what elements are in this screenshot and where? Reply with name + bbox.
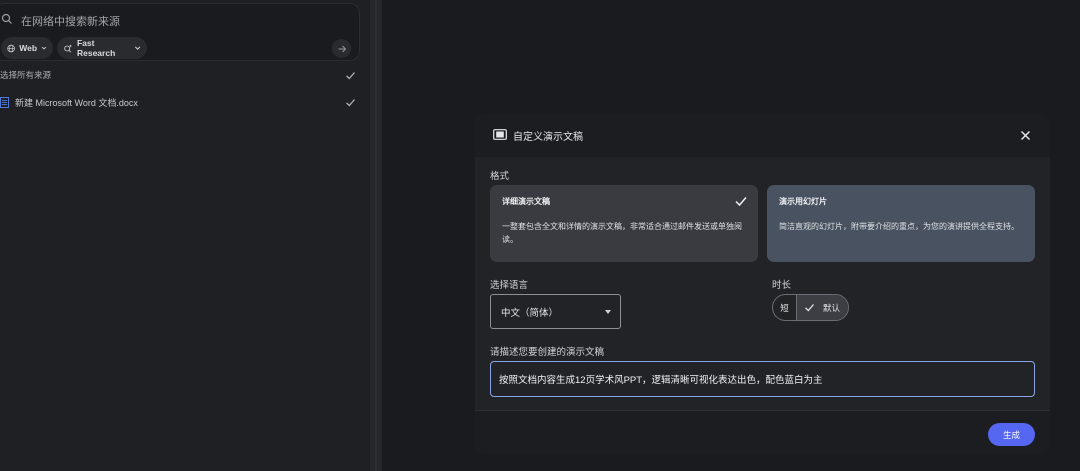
format-option-description: 一整套包含全文和详情的演示文稿，非常适合通过邮件发送或单独阅读。 (502, 222, 742, 244)
dialog-footer (475, 411, 1050, 455)
web-source-chip[interactable]: Web (1, 37, 53, 59)
format-option-detailed[interactable]: 详细演示文稿 一整套包含全文和详情的演示文稿，非常适合通过邮件发送或单独阅读。 (490, 185, 758, 262)
search-icon (1, 13, 12, 24)
format-option-description: 简洁直观的幻灯片，附带要介绍的重点，为您的演讲提供全程支持。 (779, 222, 1019, 231)
globe-icon (7, 44, 15, 52)
check-icon (345, 98, 355, 106)
duration-label: 时长 (772, 280, 792, 291)
close-icon (1020, 130, 1030, 140)
web-chip-label: Web (19, 43, 38, 53)
select-all-checkbox[interactable] (344, 69, 356, 81)
format-option-presenter[interactable]: 演示用幻灯片 简洁直观的幻灯片，附带要介绍的重点，为您的演讲提供全程支持。 (767, 185, 1035, 262)
duration-default-option[interactable]: 默认 (797, 295, 848, 320)
customize-presentation-dialog: 自定义演示文稿 格式 详细演示文稿 一整套包含全文和详情的演示文稿，非常适合通过… (475, 113, 1050, 455)
dialog-title: 自定义演示文稿 (513, 132, 583, 143)
language-select[interactable]: 中文（简体） (490, 294, 621, 329)
check-icon (345, 71, 355, 79)
arrow-right-icon (338, 45, 346, 52)
duration-default-label: 默认 (823, 302, 841, 313)
source-list-item[interactable]: 新建 Microsoft Word 文档.docx (0, 93, 360, 111)
select-all-sources-row[interactable]: 选择所有来源 (0, 66, 360, 84)
check-icon (805, 304, 814, 312)
generate-button[interactable]: 生成 (988, 423, 1035, 446)
format-option-title: 演示用幻灯片 (779, 197, 827, 206)
research-mode-chip[interactable]: Fast Research (57, 37, 147, 59)
chevron-down-icon (134, 46, 140, 50)
dialog-header: 自定义演示文稿 (475, 113, 1050, 157)
slides-icon (493, 129, 507, 140)
research-icon (64, 43, 73, 53)
search-input[interactable]: 在网络中搜索新来源 (21, 13, 120, 29)
chevron-down-icon (41, 46, 47, 50)
language-label: 选择语言 (490, 280, 529, 291)
document-icon (0, 96, 9, 108)
research-chip-label: Fast Research (76, 38, 116, 58)
duration-toggle: 短 默认 (772, 294, 849, 321)
duration-short-option[interactable]: 短 (773, 295, 797, 320)
submit-search-button[interactable] (332, 39, 351, 58)
source-checkbox[interactable] (344, 96, 356, 108)
format-option-title: 详细演示文稿 (502, 197, 550, 206)
dropdown-caret-icon (605, 310, 611, 314)
check-icon (735, 197, 747, 207)
format-label: 格式 (490, 171, 510, 182)
source-search-box[interactable]: 在网络中搜索新来源 Web Fast Research (0, 3, 360, 61)
select-all-label: 选择所有来源 (0, 70, 52, 80)
panel-divider (375, 0, 377, 471)
duration-short-label: 短 (780, 302, 789, 313)
close-button[interactable] (1017, 127, 1033, 143)
language-value: 中文（简体） (501, 307, 559, 319)
description-input[interactable] (490, 361, 1035, 397)
sources-panel: 在网络中搜索新来源 Web Fast Research 选择所有来源 新建 Mi… (0, 0, 370, 471)
description-label: 请描述您要创建的演示文稿 (490, 347, 605, 358)
source-name: 新建 Microsoft Word 文档.docx (15, 97, 138, 108)
